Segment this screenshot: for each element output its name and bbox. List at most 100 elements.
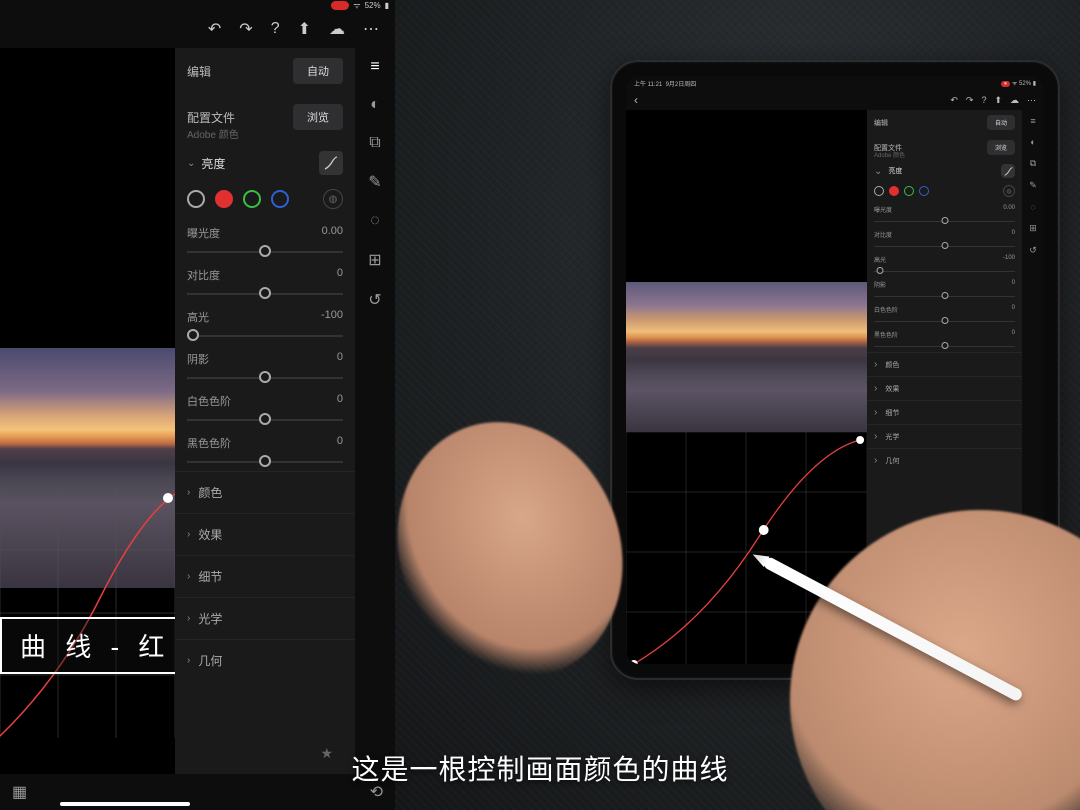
ipad-crop-icon[interactable]: ⧉ [1030,158,1036,169]
contrast-slider[interactable] [187,285,343,301]
channel-green[interactable] [243,190,261,208]
ipad-top-toolbar: ‹ ↶ ↷ ? ⬆ ☁ ⋯ [626,90,1044,110]
annotation-text: 曲 线 - 红 / 青 [20,632,175,662]
contrast-value: 0 [337,267,343,283]
ipad-effects-section[interactable]: ›效果 [867,376,1022,400]
ipad-blacks-row: 黑色色阶0 [867,327,1022,352]
ipad-contrast-label: 对比度 [874,230,892,239]
ipad-blacks-slider[interactable] [874,341,1015,351]
ipad-shadows-slider[interactable] [874,291,1015,301]
ipad-highlights-value: -100 [1003,255,1015,264]
shadows-slider-row: 阴影0 [175,345,355,387]
share-button[interactable]: ⬆ [298,19,311,39]
chevron-right-icon: › [187,655,190,666]
ipad-auto-button[interactable]: 自动 [987,115,1015,130]
presets-tool-icon[interactable]: ⊞ [368,250,381,270]
left-app-overlay: ᯤ 52% ▮ ↶ ↷ ? ⬆ ☁ ⋯ [0,0,395,810]
geometry-section[interactable]: ›几何 [175,639,355,681]
ipad-more-button[interactable]: ⋯ [1027,95,1036,106]
ipad-exposure-slider[interactable] [874,216,1015,226]
ipad-shadows-label: 阴影 [874,280,886,289]
recording-indicator [331,1,349,10]
effects-section[interactable]: ›效果 [175,513,355,555]
ipad-color-label: 颜色 [885,360,899,370]
color-section[interactable]: ›颜色 [175,471,355,513]
ipad-detail-section[interactable]: ›细节 [867,400,1022,424]
auto-button[interactable]: 自动 [293,58,343,84]
ipad-presets-icon[interactable]: ⊞ [1029,223,1037,234]
shadows-slider[interactable] [187,369,343,385]
ipad-versions-icon[interactable]: ↺ [1029,245,1037,256]
healing-tool-icon[interactable]: ◐ [370,96,380,114]
chevron-right-icon: › [874,359,877,370]
optics-section[interactable]: ›光学 [175,597,355,639]
ipad-whites-slider[interactable] [874,316,1015,326]
ipad-effects-label: 效果 [885,384,899,394]
ipad-parametric-button[interactable]: ◍ [1003,185,1015,197]
whites-value: 0 [337,393,343,409]
ipad-exposure-label: 曝光度 [874,205,892,214]
ipad-cloud-button[interactable]: ☁ [1010,95,1019,106]
cloud-button[interactable]: ☁ [329,19,345,39]
ipad-contrast-slider[interactable] [874,241,1015,251]
more-button[interactable]: ⋯ [363,19,379,39]
photo-preview[interactable] [0,348,175,588]
ipad-time: 上午 11:21 [634,82,662,88]
help-button[interactable]: ? [271,20,280,38]
ipad-photo-preview[interactable] [626,282,867,432]
ipad-help-button[interactable]: ? [981,95,986,106]
highlights-label: 高光 [187,309,209,325]
adjust-tool-icon[interactable]: ≡ [370,58,379,76]
chevron-right-icon: › [874,431,877,442]
ipad-geometry-section[interactable]: ›几何 [867,448,1022,472]
light-section-header[interactable]: ⌄ 亮度 [175,141,355,185]
ipad-color-section[interactable]: › 颜色 [867,352,1022,376]
tone-curve-button[interactable] [319,151,343,175]
blacks-slider[interactable] [187,453,343,469]
whites-slider[interactable] [187,411,343,427]
parametric-curve-button[interactable]: ◍ [323,189,343,209]
detail-label: 细节 [198,568,222,585]
ipad-optics-section[interactable]: ›光学 [867,424,1022,448]
star-button[interactable]: ★ [320,745,333,762]
ipad-undo-button[interactable]: ↶ [950,95,958,106]
ipad-adjust-icon[interactable]: ≡ [1030,116,1035,126]
brush-tool-icon[interactable]: ✎ [368,172,381,192]
ipad-browse-button[interactable]: 浏览 [987,140,1015,155]
ipad-whites-row: 白色色阶0 [867,302,1022,327]
ipad-channel-red[interactable] [889,186,899,196]
filmstrip-button[interactable]: ▦ [12,782,27,802]
ipad-highlights-slider[interactable] [874,266,1015,276]
undo-button[interactable]: ↶ [208,19,221,39]
blacks-value: 0 [337,435,343,451]
ipad-back-button[interactable]: ‹ [634,93,638,107]
channel-red[interactable] [215,190,233,208]
ipad-contrast-row: 对比度0 [867,227,1022,252]
versions-tool-icon[interactable]: ↺ [368,290,381,310]
ipad-light-section-header[interactable]: ⌄ 亮度 [867,159,1022,183]
exposure-slider[interactable] [187,243,343,259]
crop-tool-icon[interactable]: ⧉ [369,134,380,152]
ipad-tone-curve-button[interactable] [1001,164,1015,178]
radial-tool-icon[interactable]: ◌ [370,212,380,230]
ipad-radial-icon[interactable]: ◌ [1030,202,1035,212]
canvas-column: 曲 线 - 红 / 青 [0,48,175,774]
highlights-slider[interactable] [187,327,343,343]
ipad-channel-green[interactable] [904,186,914,196]
ipad-channel-luma[interactable] [874,186,884,196]
battery-icon: ▮ [385,1,389,10]
channel-luma[interactable] [187,190,205,208]
ipad-whites-label: 白色色阶 [874,305,898,314]
detail-section[interactable]: ›细节 [175,555,355,597]
browse-button[interactable]: 浏览 [293,104,343,130]
reset-button[interactable]: ⟲ [370,782,383,802]
ipad-redo-button[interactable]: ↷ [966,95,974,106]
optics-label: 光学 [198,610,222,627]
channel-blue[interactable] [271,190,289,208]
ipad-healing-icon[interactable]: ◐ [1030,137,1035,147]
redo-button[interactable]: ↷ [239,19,252,39]
ipad-channel-blue[interactable] [919,186,929,196]
ipad-share-button[interactable]: ⬆ [994,95,1002,106]
ipad-edit-label: 编辑 [874,118,888,128]
ipad-brush-icon[interactable]: ✎ [1029,180,1037,191]
